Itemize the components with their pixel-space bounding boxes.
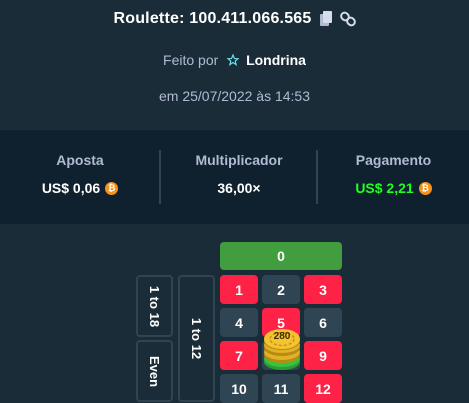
bet-1-to-18-label: 1 to 18: [147, 285, 162, 327]
number-cell-4[interactable]: 4: [220, 308, 258, 337]
bet-even-label: Even: [146, 355, 162, 387]
title-row: Roulette: 100.411.066.565: [0, 8, 469, 30]
chip-amount: 280: [273, 331, 291, 342]
bet-value: US$ 0,06: [41, 180, 101, 196]
number-cell-12[interactable]: 12: [304, 374, 342, 403]
page-title: Roulette: 100.411.066.565: [113, 10, 312, 27]
bet-chip-stack: 280: [262, 324, 302, 372]
bet-label: Aposta: [56, 152, 104, 168]
number-cell-10[interactable]: 10: [220, 374, 258, 403]
number-cell-2[interactable]: 2: [262, 275, 300, 304]
payout-value: US$ 2,21: [355, 180, 414, 196]
stat-payout: Pagamento US$ 2,21 ₿: [318, 130, 469, 224]
bet-1-to-12-label: 1 to 12: [189, 317, 204, 360]
made-by: Feito por Londrina: [0, 52, 469, 70]
link-icon[interactable]: [339, 11, 356, 27]
bet-1-to-12[interactable]: 1 to 12: [178, 275, 215, 402]
payout-label: Pagamento: [355, 152, 432, 168]
payout-value-row: US$ 2,21 ₿: [318, 180, 469, 196]
bet-stats: Aposta US$ 0,06 ₿ Multiplicador 36,00× P…: [0, 130, 469, 224]
number-cell-9[interactable]: 9: [304, 341, 342, 370]
number-cell-3[interactable]: 3: [304, 275, 342, 304]
bitcoin-icon: ₿: [105, 181, 119, 195]
copy-icon[interactable]: [318, 11, 334, 27]
bet-even[interactable]: Even: [136, 340, 173, 402]
bet-1-to-18[interactable]: 1 to 18: [136, 275, 173, 337]
bitcoin-icon: ₿: [418, 181, 432, 195]
header: Roulette: 100.411.066.565 Feito por Lond…: [0, 0, 469, 130]
number-cell-1[interactable]: 1: [220, 275, 258, 304]
number-cell-0[interactable]: 0: [220, 242, 342, 270]
bet-date: em 25/07/2022 às 14:53: [158, 88, 310, 104]
vip-star-icon: [226, 53, 240, 70]
number-cell-7[interactable]: 7: [220, 341, 258, 370]
number-cell-11[interactable]: 11: [262, 374, 300, 403]
multiplier-value: 36,00×: [217, 180, 261, 196]
number-cell-6[interactable]: 6: [304, 308, 342, 337]
made-by-prefix: Feito por: [163, 52, 219, 68]
roulette-board: 1 to 18 Even 1 to 12 0 123456789101112 2…: [0, 224, 469, 403]
bet-value-row: US$ 0,06 ₿: [0, 180, 160, 196]
made-by-user[interactable]: Londrina: [246, 52, 306, 68]
multiplier-value-row: 36,00×: [160, 180, 318, 196]
stat-multiplier: Multiplicador 36,00×: [160, 130, 318, 224]
stat-bet: Aposta US$ 0,06 ₿: [0, 130, 160, 224]
multiplier-label: Multiplicador: [195, 152, 283, 168]
